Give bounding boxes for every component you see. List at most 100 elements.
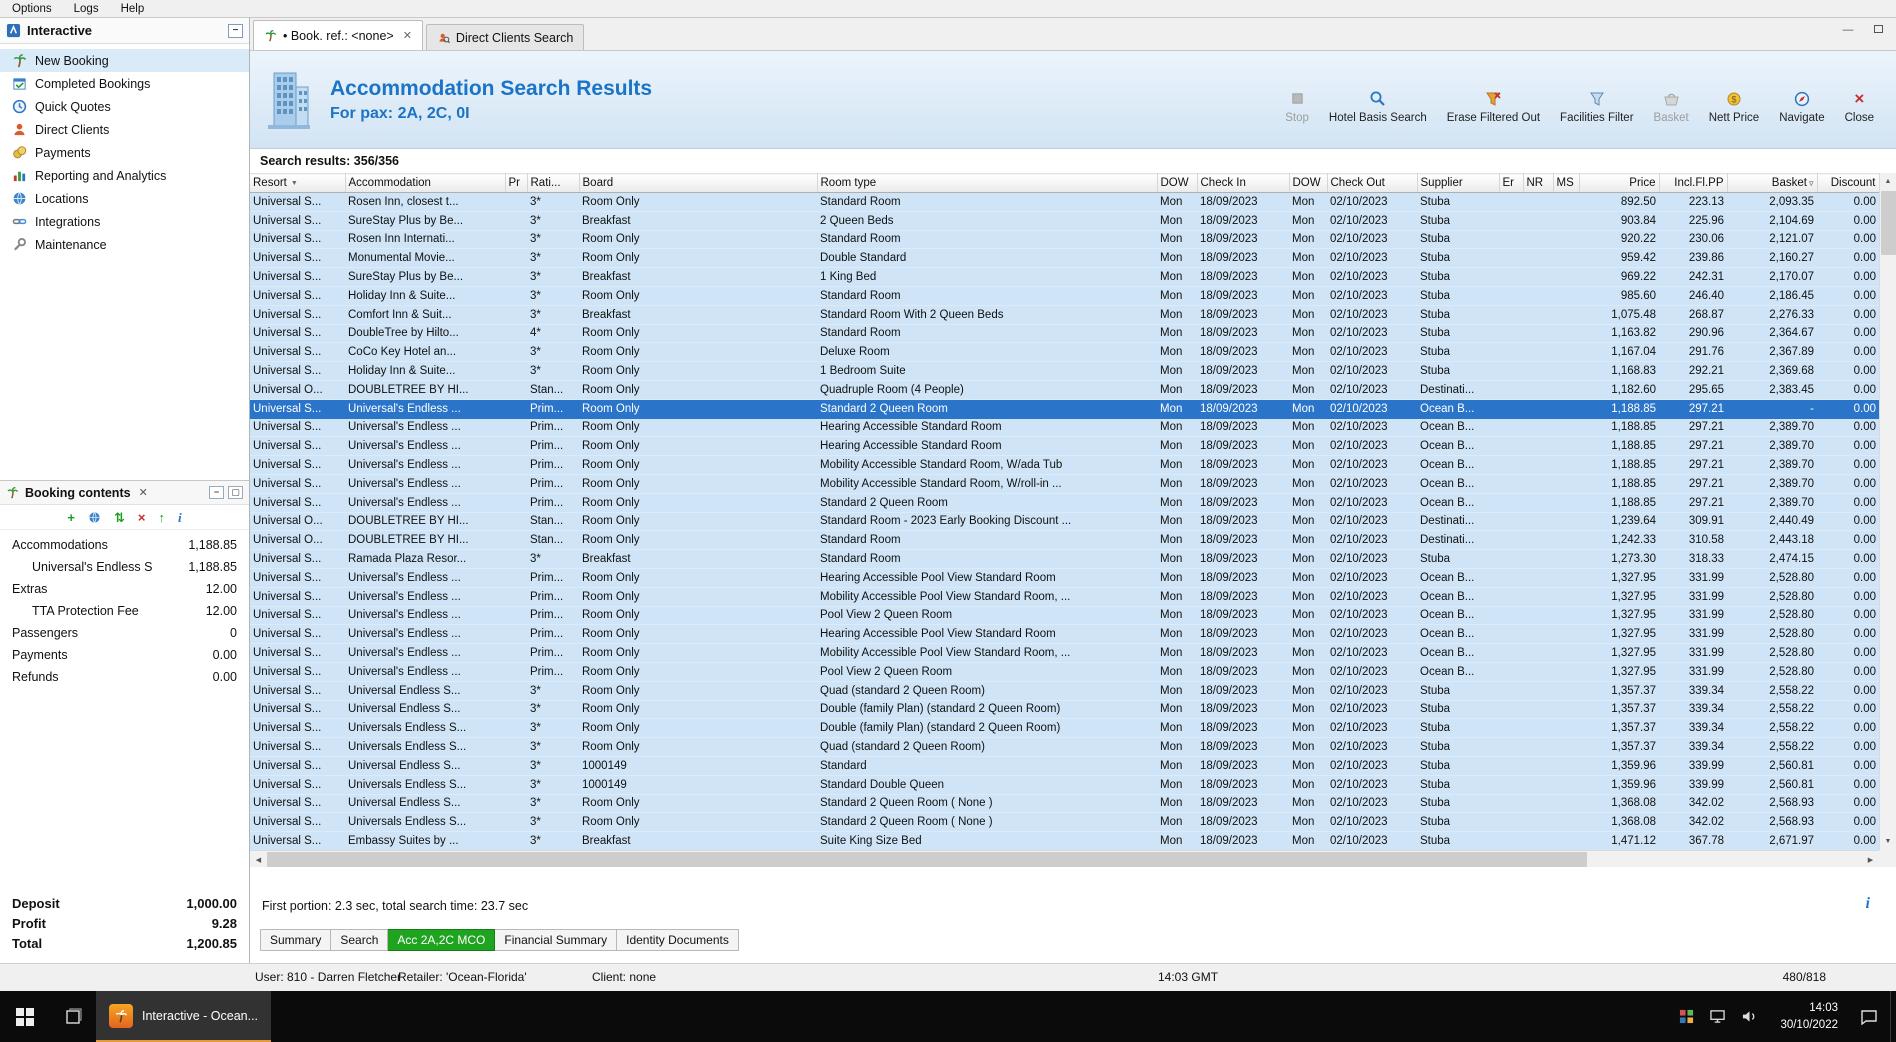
scroll-left-arrow[interactable]: ◀ — [250, 851, 267, 868]
column-header-incl-fl-pp[interactable]: Incl.Fl.PP — [1659, 173, 1728, 193]
tray-app-icon[interactable] — [1679, 1009, 1694, 1024]
table-row[interactable]: Universal S... Holiday Inn & Suite... 3* Ro… — [250, 286, 1879, 306]
column-header-discount[interactable]: Discount — [1817, 173, 1880, 193]
table-row[interactable]: Universal S... Universal's Endless ... Pri… — [250, 399, 1879, 419]
minimize-panel-button[interactable]: − — [209, 486, 224, 499]
tab-direct-clients-search[interactable]: Direct Clients Search — [425, 24, 585, 50]
table-row[interactable]: Universal S... Universal Endless S... 3* Ro… — [250, 794, 1879, 814]
table-row[interactable]: Universal S... Universal's Endless ... Pri… — [250, 455, 1879, 475]
table-row[interactable]: Universal S... Rosen Inn Internati... 3* Ro… — [250, 230, 1879, 250]
filter-icon[interactable]: ▼ — [291, 180, 298, 187]
table-row[interactable]: Universal S... Holiday Inn & Suite... 3* Ro… — [250, 361, 1879, 381]
erase-filtered-out-button[interactable]: Erase Filtered Out — [1447, 90, 1540, 124]
column-header-ms[interactable]: MS — [1553, 173, 1580, 193]
table-row[interactable]: Universal S... Universal's Endless ... Pri… — [250, 418, 1879, 438]
column-header-dow[interactable]: DOW — [1289, 173, 1328, 193]
close-panel-icon[interactable]: ✕ — [139, 486, 148, 499]
collapse-sidebar-button[interactable]: − — [228, 23, 243, 38]
column-header-accommodation[interactable]: Accommodation — [345, 173, 506, 193]
tree-item-tta-protection-fee[interactable]: TTA Protection Fee 12.00 — [0, 600, 249, 622]
vertical-scroll-thumb[interactable] — [1881, 191, 1896, 255]
column-header-basket[interactable]: Basket ▿ — [1727, 173, 1818, 193]
tab-search[interactable]: Search — [331, 929, 389, 951]
close-button[interactable]: × Close — [1845, 89, 1874, 124]
column-header-check-in[interactable]: Check In — [1197, 173, 1290, 193]
tree-item-passengers[interactable]: Passengers 0 — [0, 622, 249, 644]
info-icon[interactable]: i — [1866, 895, 1870, 913]
table-row[interactable]: Universal S... Universal's Endless ... Pri… — [250, 606, 1879, 626]
task-view-button[interactable] — [50, 991, 96, 1042]
column-header-nr[interactable]: NR — [1523, 173, 1554, 193]
action-center-button[interactable] — [1848, 991, 1890, 1042]
stop-button[interactable]: Stop — [1285, 90, 1309, 124]
transfer-icon[interactable]: ⇅ — [114, 511, 125, 524]
table-row[interactable]: Universal S... Universals Endless S... 3* R… — [250, 812, 1879, 833]
tab-summary[interactable]: Summary — [260, 929, 332, 951]
table-row[interactable]: Universal S... Ramada Plaza Resor... 3* Bre… — [250, 549, 1879, 569]
info-icon[interactable]: i — [178, 511, 182, 524]
table-row[interactable]: Universal S... Embassy Suites by ... 3* Bre… — [250, 831, 1879, 851]
tree-item-extras[interactable]: Extras 12.00 — [0, 578, 249, 600]
table-row[interactable]: Universal S... Universal's Endless ... Pri… — [250, 474, 1879, 494]
column-header-price[interactable]: Price — [1579, 173, 1660, 193]
column-header-pr[interactable]: Pr — [505, 173, 528, 193]
start-button[interactable] — [0, 991, 50, 1042]
tree-item-payments[interactable]: Payments 0.00 — [0, 644, 249, 666]
menu-help[interactable]: Help — [121, 3, 145, 15]
table-row[interactable]: Universal S... Universals Endless S... 3* 1… — [250, 775, 1879, 795]
table-row[interactable]: Universal S... Rosen Inn, closest t... 3* R… — [250, 192, 1879, 212]
table-row[interactable]: Universal O... DOUBLETREE BY HI... Stan...… — [250, 530, 1879, 551]
table-row[interactable]: Universal S... Universal Endless S... 3* 10… — [250, 756, 1879, 776]
table-row[interactable]: Universal S... Universal's Endless ... Pri… — [250, 643, 1879, 663]
sidebar-item-maintenance[interactable]: Maintenance — [0, 233, 249, 256]
table-row[interactable]: Universal S... CoCo Key Hotel an... 3* Room… — [250, 342, 1879, 363]
column-header-supplier[interactable]: Supplier — [1417, 173, 1500, 193]
menu-options[interactable]: Options — [12, 3, 52, 15]
network-icon[interactable] — [1709, 1009, 1726, 1024]
menu-logs[interactable]: Logs — [74, 3, 99, 15]
volume-icon[interactable] — [1741, 1009, 1758, 1024]
hotel-basis-search-button[interactable]: Hotel Basis Search — [1329, 90, 1427, 124]
table-row[interactable]: Universal S... Comfort Inn & Suit... 3* Bre… — [250, 305, 1879, 325]
table-row[interactable]: Universal S... Universal Endless S... 3* Ro… — [250, 700, 1879, 720]
table-row[interactable]: Universal S... Universal's Endless ... Pri… — [250, 436, 1879, 457]
table-row[interactable]: Universal S... Universal's Endless ... Pri… — [250, 493, 1879, 513]
sidebar-item-integrations[interactable]: Integrations — [0, 210, 249, 233]
sidebar-item-completed-bookings[interactable]: Completed Bookings — [0, 72, 249, 95]
column-header-room-type[interactable]: Room type — [817, 173, 1158, 193]
facilities-filter-button[interactable]: Facilities Filter — [1560, 90, 1634, 124]
table-row[interactable]: Universal S... Universal's Endless ... Pri… — [250, 568, 1879, 588]
sidebar-item-direct-clients[interactable]: Direct Clients — [0, 118, 249, 141]
table-row[interactable]: Universal S... Universal's Endless ... Pri… — [250, 662, 1879, 682]
table-row[interactable]: Universal S... Universal's Endless ... Pri… — [250, 624, 1879, 645]
scroll-up-arrow[interactable]: ▲ — [1880, 173, 1896, 190]
delete-icon[interactable]: × — [138, 511, 146, 524]
column-header-check-out[interactable]: Check Out — [1327, 173, 1418, 193]
column-header-resort[interactable]: Resort ▼ — [250, 173, 346, 193]
tree-item-accommodations[interactable]: Accommodations 1,188.85 — [0, 534, 249, 556]
sidebar-item-new-booking[interactable]: New Booking — [0, 49, 249, 72]
tree-item-accommodation-detail[interactable]: Universal's Endless S 1,188.85 — [0, 556, 249, 578]
basket-button[interactable]: Basket — [1654, 90, 1689, 124]
export-icon[interactable]: ↑ — [158, 511, 165, 524]
close-tab-icon[interactable]: ✕ — [403, 29, 412, 42]
table-row[interactable]: Universal S... Universals Endless S... 3* R… — [250, 737, 1879, 757]
sidebar-item-payments[interactable]: Payments — [0, 141, 249, 164]
horizontal-scroll-thumb[interactable] — [267, 852, 1587, 867]
sidebar-item-reporting-analytics[interactable]: Reporting and Analytics — [0, 164, 249, 187]
horizontal-scrollbar[interactable]: ◀ ▶ — [250, 850, 1879, 867]
column-header-dow[interactable]: DOW — [1157, 173, 1198, 193]
scroll-right-arrow[interactable]: ▶ — [1862, 851, 1879, 868]
scroll-down-arrow[interactable]: ▼ — [1880, 833, 1896, 850]
web-icon[interactable] — [88, 511, 101, 524]
tab-booking-ref[interactable]: • Book. ref.: <none> ✕ — [253, 20, 423, 50]
tab-acc-2a2c-mco[interactable]: Acc 2A,2C MCO — [388, 929, 496, 951]
table-row[interactable]: Universal S... SureStay Plus by Be... 3* Br… — [250, 267, 1879, 287]
restore-window-button[interactable] — [1868, 23, 1888, 38]
table-row[interactable]: Universal S... Universal Endless S... 3* Ro… — [250, 681, 1879, 701]
taskbar-app-interactive[interactable]: Interactive - Ocean... — [96, 991, 272, 1042]
table-row[interactable]: Universal S... SureStay Plus by Be... 3* Br… — [250, 211, 1879, 231]
table-row[interactable]: Universal S... Universals Endless S... 3* R… — [250, 718, 1879, 739]
taskbar-clock[interactable]: 14:03 30/10/2022 — [1770, 991, 1848, 1042]
column-header-er[interactable]: Er — [1499, 173, 1524, 193]
